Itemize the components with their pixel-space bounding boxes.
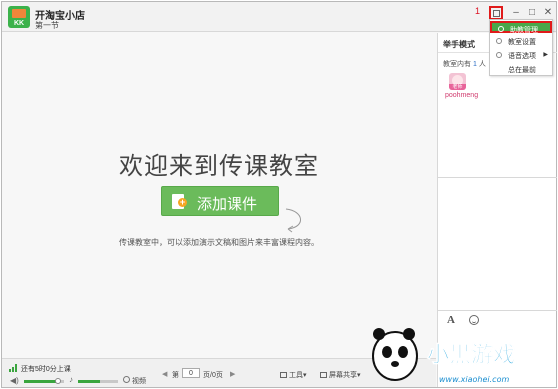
teacher-tag: 老师 [449, 84, 466, 90]
avatar[interactable]: 老师 [449, 73, 466, 90]
mic-fill [78, 380, 100, 383]
menu-icon [493, 10, 500, 17]
monitor-icon [320, 372, 327, 378]
swoosh-arrow-icon [285, 208, 301, 233]
maximize-button[interactable]: □ [525, 6, 539, 20]
settings-icon [496, 38, 502, 44]
add-courseware-label: 添加课件 [197, 196, 258, 213]
settings-dropdown: 助教管理 教室设置 语音选项 ▶ 总在最前 [489, 19, 553, 76]
watermark-brand: 小黑游戏 [427, 342, 515, 368]
hand-raise-mode[interactable]: 举手模式 [443, 39, 475, 50]
menu-label: 总在最前 [508, 67, 536, 74]
volume-fill [24, 380, 58, 383]
menu-item-assistant[interactable]: 助教管理 [490, 21, 552, 34]
app-logo: KK [8, 6, 30, 28]
card-icon [12, 9, 26, 18]
logo-text: KK [13, 20, 25, 27]
volume-knob[interactable] [55, 378, 61, 384]
courseware-hint: 传课教室中，可以添加演示文稿和图片来丰富课程内容。 [119, 238, 319, 247]
count-prefix: 教室内有 [443, 61, 471, 68]
menu-label: 助教管理 [510, 27, 538, 34]
volume-slider[interactable] [24, 378, 64, 384]
next-page-icon[interactable]: ▶ [230, 370, 235, 378]
prev-page-icon[interactable]: ◀ [162, 370, 167, 378]
user-icon [498, 26, 504, 32]
watermark-logo: 小黑游戏 www.xiaohei.com [372, 328, 515, 384]
tools-button[interactable]: 工具▾ [280, 370, 307, 380]
menu-label: 教室设置 [508, 39, 536, 46]
countdown-text: 还有5时0分上课 [21, 366, 71, 373]
count-number: 1 [472, 61, 477, 68]
user-name[interactable]: poohmeng [445, 92, 478, 99]
tools-label: 工具 [289, 372, 303, 379]
watermark-url: www.xiaohei.com [439, 375, 509, 384]
count-suffix: 人 [478, 61, 486, 68]
title-bar: KK 开淘宝小店 第一节 1 – □ ✕ [2, 2, 556, 32]
mic-slider[interactable] [78, 380, 118, 383]
screen-share-label: 屏幕共享 [329, 372, 357, 379]
page-suffix: 页/0页 [203, 372, 223, 379]
voice-icon [496, 52, 502, 58]
screen-share-button[interactable]: 屏幕共享▾ [320, 370, 361, 380]
video-label[interactable]: 视频 [132, 376, 146, 386]
main-stage: 欢迎来到传课教室 添加课件 传课教室中，可以添加演示文稿和图片来丰富课程内容。 [2, 33, 436, 358]
page-input[interactable]: 0 [182, 368, 200, 378]
menu-item-voice-options[interactable]: 语音选项 ▶ [490, 49, 552, 61]
menu-item-classroom-settings[interactable]: 教室设置 [490, 35, 552, 47]
add-document-icon [172, 194, 187, 209]
close-button[interactable]: ✕ [541, 6, 555, 20]
menu-button[interactable] [489, 6, 503, 20]
signal-icon [9, 364, 17, 372]
lesson-subtitle: 第一节 [35, 21, 59, 30]
panel-divider [438, 177, 557, 178]
welcome-heading: 欢迎来到传课教室 [119, 153, 319, 180]
participant-count: 教室内有 1 人 [443, 59, 486, 69]
submenu-arrow-icon: ▶ [543, 52, 548, 58]
minimize-button[interactable]: – [509, 6, 523, 20]
microphone-icon[interactable]: ♪ [69, 375, 73, 384]
add-courseware-button[interactable]: 添加课件 [161, 186, 279, 216]
menu-item-always-on-top[interactable]: 总在最前 [490, 63, 552, 75]
tools-icon [280, 372, 287, 378]
annotation-number: 1 [475, 6, 481, 16]
menu-label: 语音选项 [508, 53, 536, 60]
page-prefix: 第 [172, 372, 179, 379]
speaker-icon[interactable]: ◀) [10, 376, 19, 385]
camera-icon[interactable] [123, 376, 130, 383]
